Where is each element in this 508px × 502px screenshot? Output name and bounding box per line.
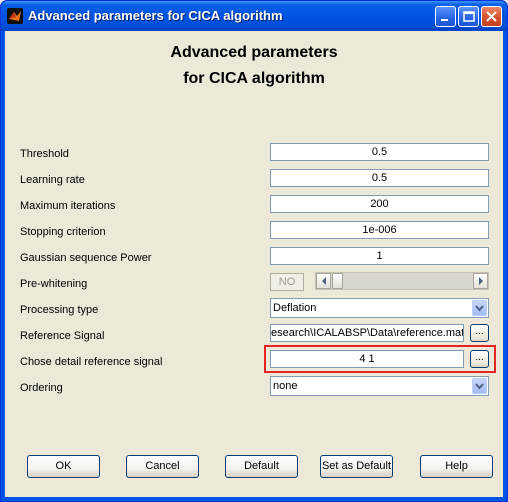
detail-reference-field[interactable]: 4 1 bbox=[270, 350, 464, 368]
reference-signal-label: Reference Signal bbox=[20, 330, 105, 342]
prewhitening-label: Pre-whitening bbox=[20, 278, 88, 290]
minimize-button[interactable] bbox=[435, 6, 456, 27]
chevron-down-icon bbox=[475, 305, 484, 312]
ordering-label: Ordering bbox=[20, 382, 63, 394]
arrow-left-icon bbox=[322, 277, 326, 285]
ordering-value: none bbox=[273, 380, 298, 392]
slider-left-button[interactable] bbox=[316, 273, 331, 289]
reference-signal-field[interactable]: esearch\ICALABSP\Data\reference.mat bbox=[270, 324, 464, 342]
slider-right-button[interactable] bbox=[473, 273, 488, 289]
dialog-heading-line1: Advanced parameters bbox=[170, 44, 338, 61]
close-button[interactable] bbox=[481, 6, 502, 27]
dialog-body: Advanced parameters for CICA algorithm T… bbox=[5, 31, 503, 497]
stopping-criterion-label: Stopping criterion bbox=[20, 226, 106, 238]
processing-type-label: Processing type bbox=[20, 304, 99, 316]
maximize-icon bbox=[463, 11, 475, 22]
learning-rate-label: Learning rate bbox=[20, 174, 85, 186]
help-button[interactable]: Help bbox=[420, 455, 493, 478]
threshold-field[interactable]: 0.5 bbox=[270, 143, 489, 161]
threshold-label: Threshold bbox=[20, 148, 69, 160]
max-iterations-label: Maximum iterations bbox=[20, 200, 116, 212]
dialog-window: Advanced parameters for CICA algorithm A… bbox=[0, 0, 508, 502]
processing-type-dropdown-button[interactable] bbox=[472, 300, 487, 316]
reference-signal-browse-button[interactable]: ... bbox=[470, 324, 489, 342]
detail-reference-browse-button[interactable]: ... bbox=[470, 350, 489, 368]
chevron-down-icon bbox=[475, 383, 484, 390]
arrow-right-icon bbox=[479, 277, 483, 285]
window-title: Advanced parameters for CICA algorithm bbox=[28, 8, 283, 23]
prewhitening-toggle[interactable]: NO bbox=[270, 273, 304, 291]
cancel-button[interactable]: Cancel bbox=[126, 455, 199, 478]
dialog-heading-line2: for CICA algorithm bbox=[183, 70, 325, 87]
gaussian-power-label: Gaussian sequence Power bbox=[20, 252, 152, 264]
close-icon bbox=[486, 11, 497, 22]
title-bar[interactable]: Advanced parameters for CICA algorithm bbox=[1, 1, 507, 31]
prewhitening-slider[interactable] bbox=[315, 272, 489, 290]
max-iterations-field[interactable]: 200 bbox=[270, 195, 489, 213]
processing-type-value: Deflation bbox=[273, 302, 317, 314]
gaussian-power-field[interactable]: 1 bbox=[270, 247, 489, 265]
minimize-icon bbox=[441, 19, 448, 21]
matlab-icon bbox=[7, 8, 23, 24]
ordering-dropdown-button[interactable] bbox=[472, 378, 487, 394]
stopping-criterion-field[interactable]: 1e-006 bbox=[270, 221, 489, 239]
ok-button[interactable]: OK bbox=[27, 455, 100, 478]
set-as-default-button[interactable]: Set as Default bbox=[320, 455, 393, 478]
ordering-select[interactable]: none bbox=[270, 376, 489, 396]
learning-rate-field[interactable]: 0.5 bbox=[270, 169, 489, 187]
slider-thumb[interactable] bbox=[332, 273, 343, 289]
maximize-button[interactable] bbox=[458, 6, 479, 27]
detail-reference-label: Chose detail reference signal bbox=[20, 356, 163, 368]
processing-type-select[interactable]: Deflation bbox=[270, 298, 489, 318]
default-button[interactable]: Default bbox=[225, 455, 298, 478]
